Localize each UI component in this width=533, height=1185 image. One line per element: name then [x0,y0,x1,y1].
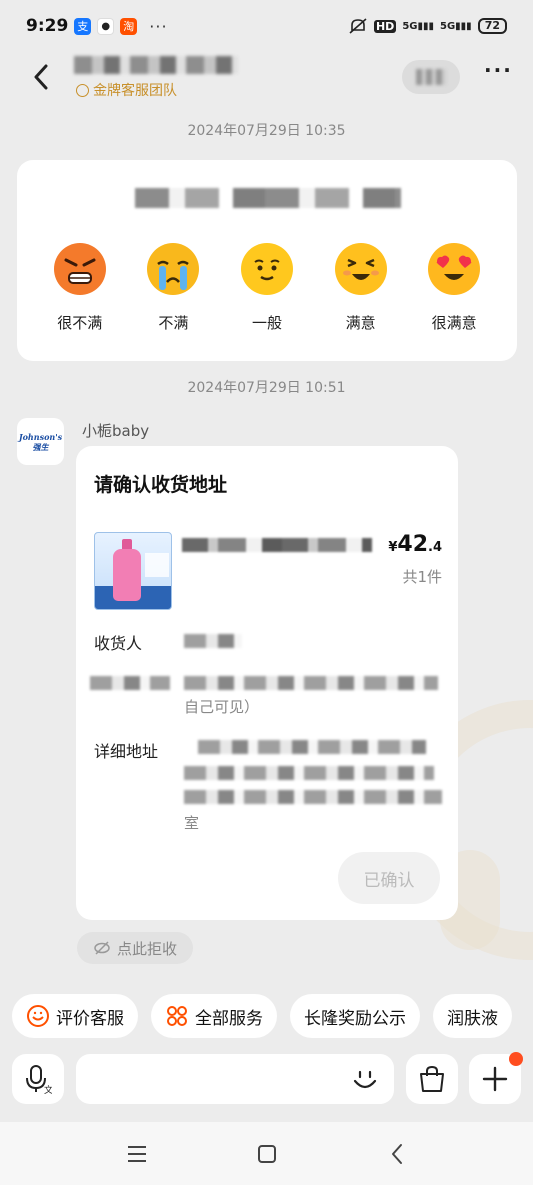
address-suffix: 室 [184,814,200,832]
crying-face-icon [147,243,200,295]
rating-label: 满意 [345,314,376,332]
smiley-icon [353,1070,377,1089]
shop-avatar[interactable]: Johnson's 强生 [17,418,64,465]
menu-icon [127,1145,146,1162]
more-notifications-icon: ··· [149,16,168,36]
heart-eyes-face-icon [428,243,481,295]
rating-option-neutral[interactable]: 一般 [227,242,307,333]
rating-option-satisfied[interactable]: 满意 [321,242,401,333]
address-line-redacted [198,740,426,754]
card-title: 请确认收货地址 [94,474,228,496]
notification-dot [509,1052,523,1066]
status-indicators: HD 5G▮▮▮ 5G▮▮▮ 72 [348,17,507,35]
phone-note: 自己可见） [184,698,260,716]
status-bar: 9:29 支 ● 淘 ··· HD 5G▮▮▮ 5G▮▮▮ 72 [0,0,533,52]
rating-label: 很满意 [431,314,477,332]
taobao-icon: 淘 [120,17,138,35]
product-image[interactable] [94,532,172,610]
home-button[interactable] [249,1136,285,1172]
clock-icon [76,83,89,97]
recipient-value-redacted [184,634,242,648]
back-button[interactable] [26,60,56,94]
rating-prompt-redacted [135,188,401,208]
mute-icon [349,18,367,34]
rating-label: 很不满 [57,314,103,332]
happy-face-icon [334,243,387,295]
alipay-icon: 支 [74,17,92,35]
message-input-bar: 文 [0,1052,533,1106]
orders-button[interactable] [406,1054,458,1104]
all-services-chip[interactable]: 全部服务 [151,994,277,1038]
phone-label-redacted [90,676,170,690]
quick-action-bar: 评价客服 全部服务 长隆奖励公示 润肤液 [0,994,533,1040]
rating-option-very-satisfied[interactable]: 很满意 [414,242,494,333]
more-functions-button[interactable] [469,1052,523,1104]
reject-delivery-button[interactable]: 点此拒收 [77,932,193,964]
clock: 9:29 [26,16,69,36]
rating-option-very-unsatisfied[interactable]: 很不满 [40,242,120,333]
rating-option-unsatisfied[interactable]: 不满 [133,242,213,333]
service-rating-card: 很不满 不满 一般 满意 很满意 [17,160,517,361]
address-line-redacted [184,766,434,780]
emoji-button[interactable] [350,1064,380,1094]
team-label: 金牌客服团队 [76,80,177,100]
avatar-redacted [416,69,446,85]
more-options-button[interactable]: ··· [484,58,513,82]
product-name-redacted [182,538,372,552]
rating-options: 很不满 不满 一般 满意 很满意 [17,242,517,333]
chevron-left-icon [34,64,48,90]
rating-label: 一般 [251,314,282,332]
neutral-face-icon [240,243,293,295]
rate-service-chip[interactable]: 评价客服 [12,994,138,1038]
eye-off-icon [94,941,110,955]
message-timestamp: 2024年07月29日 10:51 [187,380,346,396]
plus-icon [482,1066,508,1092]
angry-face-icon [53,243,106,295]
voice-input-button[interactable]: 文 [12,1054,64,1104]
detail-address-label: 详细地址 [94,742,159,761]
system-navigation-bar [0,1122,533,1185]
phone-value-redacted [184,676,438,690]
system-back-button[interactable] [379,1136,415,1172]
message-timestamp: 2024年07月29日 10:35 [187,123,346,139]
product-price: ¥42.4 [388,532,442,557]
chevron-left-icon [391,1143,402,1164]
hd-badge: HD [373,19,397,33]
recipient-label: 收货人 [94,634,143,653]
sender-name: 小栀baby [82,422,150,440]
shop-avatar-button[interactable] [402,60,460,94]
signal-icon: 5G▮▮▮ [402,20,434,32]
address-confirm-card: 请确认收货地址 ¥42.4 共1件 收货人 自己可见） 详细地址 室 已确认 [76,446,458,920]
svg-text:文: 文 [44,1084,52,1094]
address-line-redacted [184,790,442,804]
smile-icon [27,1005,49,1027]
product-quantity: 共1件 [402,568,442,586]
shop-name-redacted [74,56,238,74]
rating-label: 不满 [158,314,189,332]
confirmed-button[interactable]: 已确认 [338,852,440,904]
recent-apps-button[interactable] [119,1136,155,1172]
home-square-icon [257,1144,276,1163]
chat-header: 金牌客服团队 ··· [0,52,533,108]
battery-icon: 72 [477,18,507,34]
shopping-bag-icon [420,1065,444,1092]
microphone-icon: 文 [26,1065,52,1094]
lotion-chip[interactable]: 润肤液 [433,994,512,1038]
message-input[interactable] [76,1054,394,1104]
reward-notice-chip[interactable]: 长隆奖励公示 [290,994,420,1038]
signal-icon: 5G▮▮▮ [440,20,472,32]
grid-icon [167,1006,187,1026]
qq-icon: ● [97,17,115,35]
